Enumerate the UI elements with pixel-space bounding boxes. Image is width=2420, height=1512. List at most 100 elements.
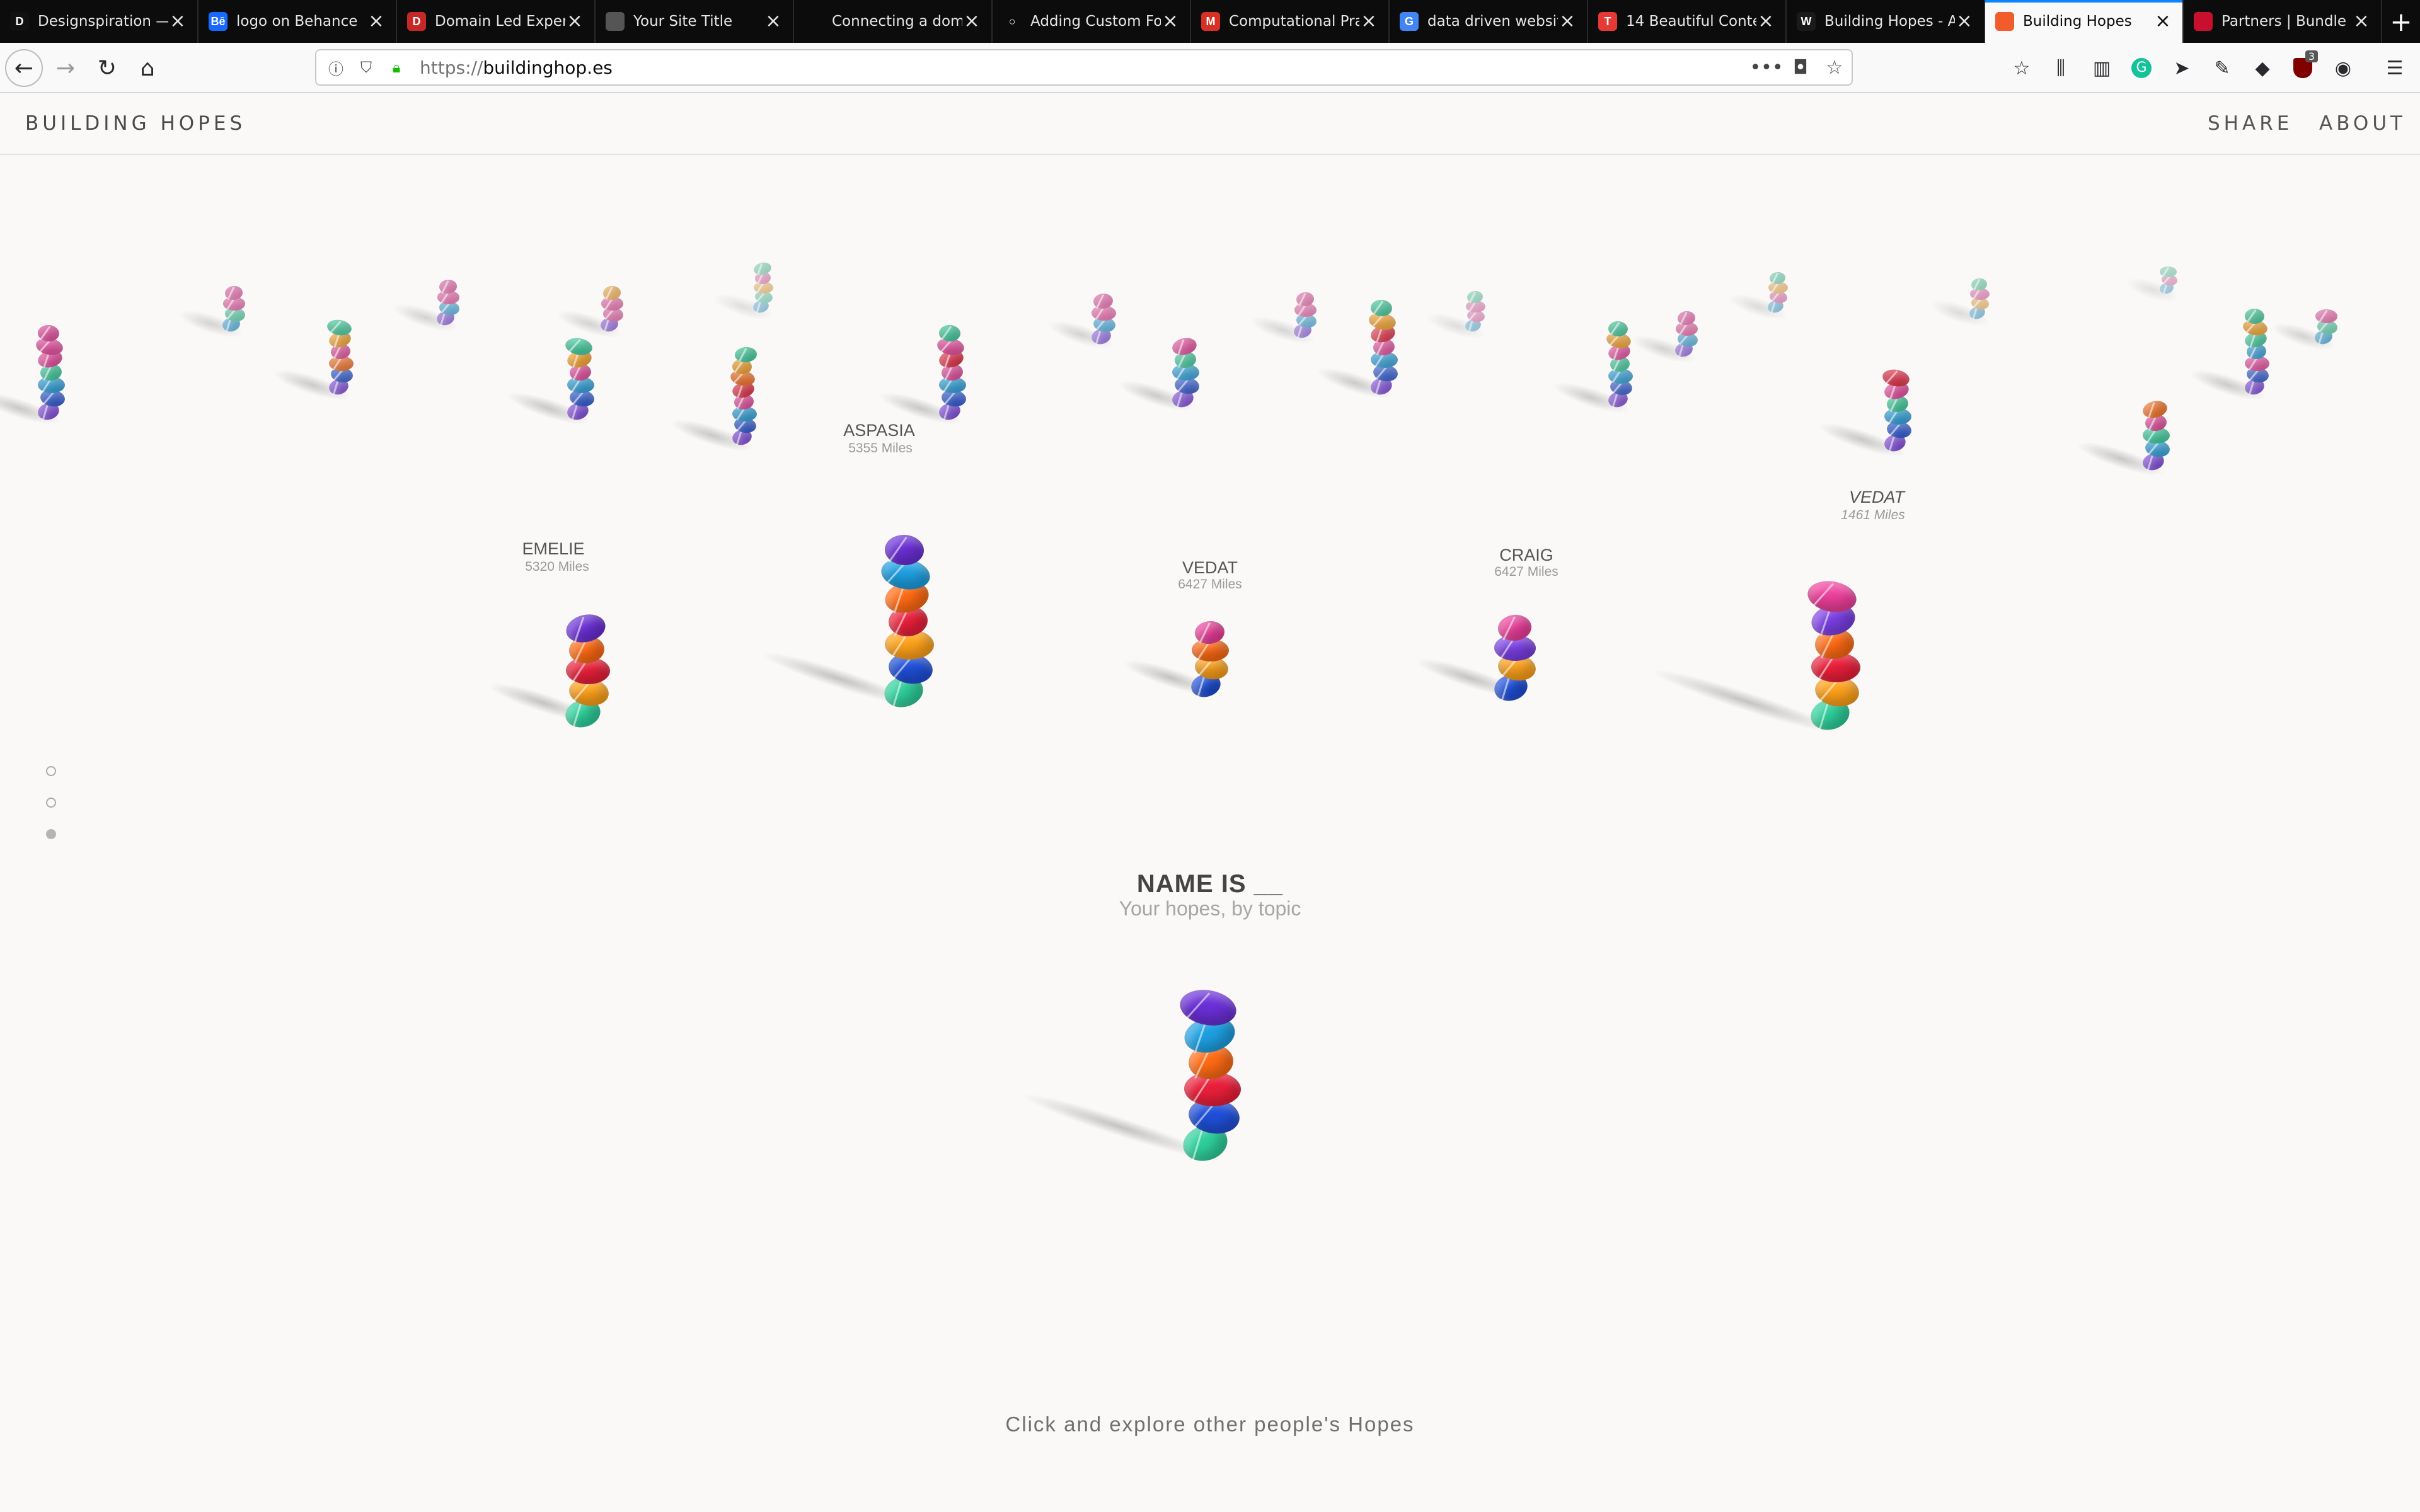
forward-button[interactable]: → <box>47 49 84 87</box>
reload-icon: ↻ <box>97 55 117 81</box>
account-icon[interactable]: ◉ <box>2331 55 2356 81</box>
stack-name[interactable]: VEDAT <box>1782 488 1971 507</box>
browser-tab[interactable]: Partners | Bundle × <box>2184 0 2382 43</box>
share-link[interactable]: SHARE <box>2208 112 2293 135</box>
pebble-highlight <box>735 430 742 446</box>
close-tab-icon[interactable]: × <box>367 12 386 31</box>
browser-tab[interactable]: ○ Adding Custom Fo × <box>993 0 1191 43</box>
pebble-highlight <box>943 404 950 421</box>
library-icon[interactable]: ⫼ <box>2048 55 2073 81</box>
grammarly-icon[interactable]: G <box>2129 55 2154 81</box>
close-tab-icon[interactable]: × <box>168 12 187 31</box>
stack-name[interactable]: CRAIG <box>1432 546 1621 565</box>
browser-tab[interactable]: D Designspiration — × <box>0 0 199 43</box>
eyedropper-icon[interactable]: ✎ <box>2210 55 2235 81</box>
tab-favicon-icon <box>2194 12 2213 31</box>
pebble-highlight <box>605 286 613 300</box>
pebble-highlight <box>1176 391 1183 408</box>
tab-title: Partners | Bundle <box>2221 13 2347 30</box>
close-tab-icon[interactable]: × <box>1558 12 1577 31</box>
stack-miles: 1461 Miles <box>1841 508 1905 522</box>
tab-favicon-icon: W <box>1797 12 1816 31</box>
pager-dot-3[interactable] <box>46 829 56 839</box>
new-tab-button[interactable]: + <box>2382 0 2420 43</box>
pebble-highlight <box>568 338 581 353</box>
about-link[interactable]: ABOUT <box>2319 112 2406 135</box>
pebble-highlight <box>1095 329 1102 345</box>
hope-pebble[interactable] <box>2160 266 2177 278</box>
navigation-toolbar: ← → ↻ ⌂ ⓘ ⛉ 🔒︎ https://buildinghop.es ••… <box>0 43 2420 93</box>
hopes-scene[interactable]: EMELIE 5320 Miles ASPASIA 5355 Miles VED… <box>0 155 2420 1512</box>
browser-tab[interactable]: M Computational Pra × <box>1191 0 1390 43</box>
pocket-icon[interactable]: ◘ <box>1783 57 1818 79</box>
pebble-highlight <box>2246 309 2257 323</box>
browser-tab[interactable]: Gdata driven websit × <box>1390 0 1588 43</box>
tab-title: Domain Led Exper <box>435 13 565 30</box>
back-button[interactable]: ← <box>5 49 43 87</box>
tab-favicon-icon: ○ <box>1003 12 1022 31</box>
pebble-highlight <box>1373 301 1384 316</box>
tab-title: 14 Beautiful Conte <box>1626 13 1756 30</box>
extension-badge: 3 <box>2305 50 2318 62</box>
tab-strip: D Designspiration — × Bē logo on Behance × D Do… <box>0 0 2420 43</box>
reload-button[interactable]: ↻ <box>88 49 126 87</box>
close-tab-icon[interactable]: × <box>2153 12 2172 31</box>
url-bar[interactable]: ⓘ ⛉ 🔒︎ https://buildinghop.es ••• ◘ ☆ <box>315 49 1853 86</box>
close-tab-icon[interactable]: × <box>565 12 584 31</box>
home-button[interactable]: ⌂ <box>129 49 166 87</box>
pebble-highlight <box>1469 291 1477 304</box>
pebble-highlight <box>1468 319 1474 332</box>
menu-icon[interactable]: ☰ <box>2382 55 2407 81</box>
sidebar-icon[interactable]: ▥ <box>2089 55 2114 81</box>
close-tab-icon[interactable]: × <box>2352 12 2371 31</box>
lock-icon[interactable]: 🔒︎ <box>386 57 407 78</box>
tab-favicon-icon: D <box>10 12 29 31</box>
stack-name[interactable]: EMELIE <box>459 539 648 559</box>
footer-hint: Click and explore other people's Hopes <box>1005 1412 1415 1436</box>
browser-tab[interactable]: Bē logo on Behance × <box>199 0 397 43</box>
browser-tab[interactable]: Building Hopes × <box>1985 0 2184 43</box>
close-tab-icon[interactable]: × <box>1756 12 1775 31</box>
page-actions-icon[interactable]: ••• <box>1749 57 1783 79</box>
site-logo[interactable]: BUILDING HOPES <box>25 112 246 135</box>
pebble-highlight <box>2146 454 2153 471</box>
tab-title: Designspiration — <box>38 13 168 30</box>
ublock-icon[interactable]: 3 <box>2290 50 2318 81</box>
reading-list-icon[interactable]: ☆ <box>2009 55 2034 81</box>
close-tab-icon[interactable]: × <box>962 12 981 31</box>
pebble-highlight <box>1610 321 1620 336</box>
browser-tab[interactable]: Connecting a dom × <box>794 0 993 43</box>
close-tab-icon[interactable]: × <box>1161 12 1180 31</box>
url-text[interactable]: https://buildinghop.es <box>420 57 1749 78</box>
pebble-highlight <box>1680 311 1688 325</box>
pebble-highlight <box>572 701 582 728</box>
tab-title: data driven websit <box>1427 13 1558 30</box>
arrow-left-icon: ← <box>14 55 34 81</box>
hope-pebble[interactable] <box>884 534 925 566</box>
pebble-highlight <box>330 321 342 334</box>
browser-tab[interactable]: D Domain Led Exper × <box>397 0 596 43</box>
tab-favicon-icon: T <box>1598 12 1617 31</box>
browser-tab[interactable]: Your Site Title × <box>596 0 794 43</box>
close-tab-icon[interactable]: × <box>1955 12 1974 31</box>
cursor-extension-icon[interactable]: ➤ <box>2169 55 2194 81</box>
pebble-highlight <box>892 679 902 709</box>
stack-miles: 6427 Miles <box>1178 577 1242 592</box>
hope-pebble[interactable] <box>2315 309 2338 323</box>
pebble-highlight <box>1888 435 1895 452</box>
info-icon[interactable]: ⓘ <box>325 57 347 78</box>
pebble-highlight <box>441 280 449 294</box>
pager-dot-1[interactable] <box>46 766 56 776</box>
browser-tab[interactable]: W Building Hopes - A × <box>1787 0 1985 43</box>
tab-favicon-icon: G <box>1400 12 1419 31</box>
stack-miles: 5320 Miles <box>525 559 589 574</box>
close-tab-icon[interactable]: × <box>1359 12 1378 31</box>
pebble-highlight <box>1772 272 1779 285</box>
bookmark-star-icon[interactable]: ☆ <box>1818 57 1852 79</box>
extension-icon[interactable]: ◆ <box>2250 55 2275 81</box>
shield-icon[interactable]: ⛉ <box>355 57 377 78</box>
stack-name[interactable]: VEDAT <box>1115 558 1305 578</box>
close-tab-icon[interactable]: × <box>764 12 783 31</box>
pager-dot-2[interactable] <box>46 798 56 808</box>
browser-tab[interactable]: T 14 Beautiful Conte × <box>1588 0 1787 43</box>
